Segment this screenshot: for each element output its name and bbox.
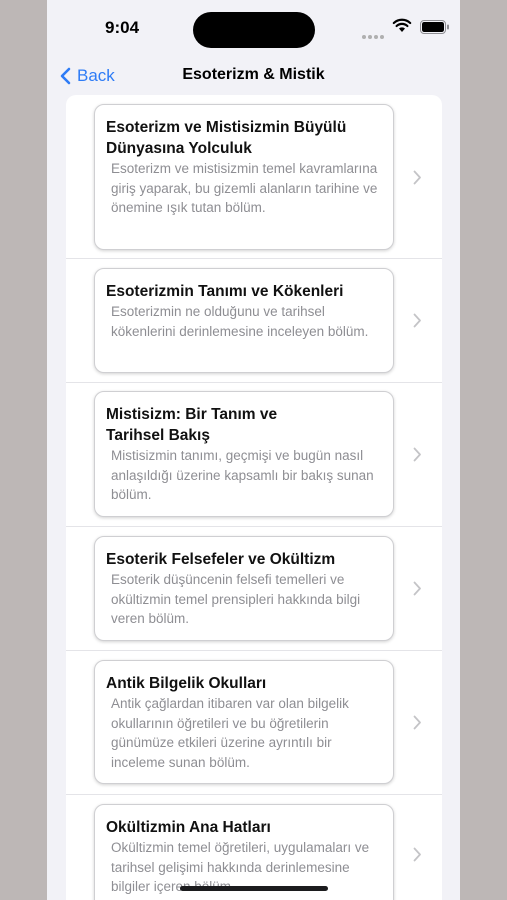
wifi-icon <box>392 18 412 32</box>
list-item-title: Mistisizm: Bir Tanım ve Tarihsel Bakış <box>106 406 278 444</box>
list-item[interactable]: Antik Bilgelik Okulları Antik çağlardan … <box>66 650 442 795</box>
list-item-description: Mistisizmin tanımı, geçmişi ve bugün nas… <box>111 448 374 502</box>
list-item[interactable]: Esoterizmin Tanımı ve Kökenleri Esoteriz… <box>66 258 442 383</box>
list-item-card: Esoterizmin Tanımı ve Kökenleri Esoteriz… <box>94 268 394 373</box>
list-item-description: Esoterizmin ne olduğunu ve tarihsel köke… <box>111 304 369 339</box>
chevron-right-icon <box>413 715 421 730</box>
dynamic-island <box>193 12 315 48</box>
chevron-right-icon <box>413 170 421 185</box>
list-item[interactable]: Esoterizm ve Mistisizmin Büyülü Dünyasın… <box>66 95 442 259</box>
phone-screen: 9:04 Back Esoterizm & Mistik Esoterizm v… <box>47 0 460 900</box>
chevron-right-icon <box>413 847 421 862</box>
cellular-signal-icon <box>362 26 388 39</box>
list-item-card: Antik Bilgelik Okulları Antik çağlardan … <box>94 660 394 784</box>
status-bar: 9:04 <box>47 0 460 58</box>
list-item-card: Esoterik Felsefeler ve Okültizm Esoterik… <box>94 536 394 641</box>
chapter-list: Esoterizm ve Mistisizmin Büyülü Dünyasın… <box>66 95 442 900</box>
home-indicator[interactable] <box>180 886 328 891</box>
chevron-right-icon <box>413 581 421 596</box>
status-time: 9:04 <box>105 18 140 37</box>
navigation-bar: Back Esoterizm & Mistik <box>47 58 460 92</box>
list-item-title: Okültizmin Ana Hatları <box>106 819 271 836</box>
list-item-title: Esoterizmin Tanımı ve Kökenleri <box>106 283 344 300</box>
chevron-right-icon <box>413 447 421 462</box>
list-item-description: Antik çağlardan itibaren var olan bilgel… <box>111 696 349 770</box>
list-item[interactable]: Mistisizm: Bir Tanım ve Tarihsel Bakış M… <box>66 382 442 527</box>
list-item-title: Esoterizm ve Mistisizmin Büyülü Dünyasın… <box>106 119 347 157</box>
list-item-description: Esoterik düşüncenin felsefi temelleri ve… <box>111 572 361 626</box>
list-item[interactable]: Esoterik Felsefeler ve Okültizm Esoterik… <box>66 526 442 651</box>
list-item-title: Esoterik Felsefeler ve Okültizm <box>106 551 336 568</box>
list-item[interactable]: Okültizmin Ana Hatları Okültizmin temel … <box>66 794 442 900</box>
battery-icon <box>420 20 449 34</box>
list-item-card: Mistisizm: Bir Tanım ve Tarihsel Bakış M… <box>94 391 394 517</box>
list-item-card: Esoterizm ve Mistisizmin Büyülü Dünyasın… <box>94 104 394 250</box>
list-item-description: Esoterizm ve mistisizmin temel kavramlar… <box>111 161 378 215</box>
list-item-title: Antik Bilgelik Okulları <box>106 675 267 692</box>
chevron-right-icon <box>413 313 421 328</box>
page-title: Esoterizm & Mistik <box>182 66 325 83</box>
